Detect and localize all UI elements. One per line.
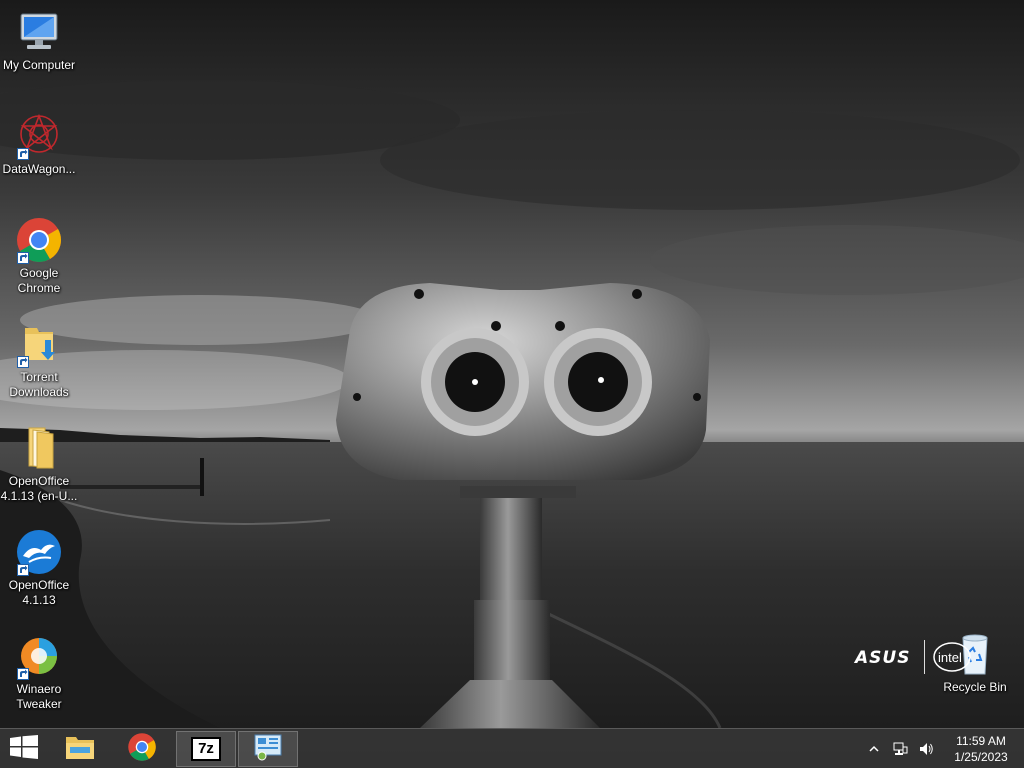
chrome-icon: [15, 216, 63, 264]
desktop-icon-label: My Computer: [2, 58, 76, 72]
volume-icon[interactable]: [916, 739, 936, 759]
desktop-icon-label: Winaero Tweaker: [16, 682, 62, 711]
desktop-icon-label: OpenOffice 4.1.13: [8, 578, 70, 607]
desktop-icon-label: DataWagon...: [2, 162, 76, 176]
desktop-icon-label: Torrent Downloads: [9, 370, 69, 399]
network-icon[interactable]: [890, 739, 910, 759]
control-panel-icon: [253, 733, 283, 766]
desktop-icon-datawagon[interactable]: DataWagon...: [0, 112, 78, 177]
desktop-icon-label: Google Chrome: [17, 266, 61, 295]
shortcut-arrow-icon: [17, 564, 29, 576]
taskbar-7zip[interactable]: 7z: [176, 731, 236, 767]
winaero-icon: [15, 632, 63, 680]
desktop-icon-openoffice[interactable]: OpenOffice 4.1.13: [0, 528, 78, 608]
desktop-icon-openoffice-folder[interactable]: OpenOffice 4.1.13 (en-U...: [0, 424, 78, 504]
clock-date: 1/25/2023: [954, 750, 1008, 764]
shortcut-arrow-icon: [17, 668, 29, 680]
intel-logo: intel: [932, 640, 972, 674]
shortcut-arrow-icon: [17, 356, 29, 368]
folder-download-icon: [15, 320, 63, 368]
computer-icon: [15, 8, 63, 56]
clock-time: 11:59 AM: [956, 734, 1006, 748]
start-button[interactable]: [0, 729, 48, 768]
desktop-icon-my-computer[interactable]: My Computer: [0, 8, 78, 73]
desktop-icon-torrent-downloads[interactable]: Torrent Downloads: [0, 320, 78, 400]
svg-text:intel: intel: [938, 650, 962, 665]
openoffice-icon: [15, 528, 63, 576]
shortcut-arrow-icon: [17, 252, 29, 264]
taskbar-control-panel[interactable]: [238, 731, 298, 767]
desktop-icon-label: OpenOffice 4.1.13 (en-U...: [0, 474, 78, 503]
chrome-icon: [127, 732, 157, 767]
show-hidden-icons-icon[interactable]: [864, 739, 884, 759]
shortcut-arrow-icon: [17, 148, 29, 160]
desktop-icon-winaero-tweaker[interactable]: Winaero Tweaker: [0, 632, 78, 712]
taskbar-file-explorer[interactable]: [50, 731, 110, 767]
desktop-icon-google-chrome[interactable]: Google Chrome: [0, 216, 78, 296]
system-tray: 11:59 AM 1/25/2023: [864, 729, 1024, 768]
7zip-icon: 7z: [191, 737, 221, 761]
desktop-icon-label: Recycle Bin: [943, 680, 1007, 694]
taskbar: 7z 11:59 AM 1/25/2023: [0, 728, 1024, 768]
asus-logo: ASUS: [855, 648, 911, 668]
windows-start-icon: [10, 734, 38, 764]
taskbar-google-chrome[interactable]: [112, 731, 172, 767]
folder-icon: [15, 424, 63, 472]
file-explorer-icon: [64, 733, 96, 766]
datawagon-icon: [15, 112, 63, 160]
logo-divider: [924, 640, 925, 674]
taskbar-clock[interactable]: 11:59 AM 1/25/2023: [946, 733, 1016, 765]
